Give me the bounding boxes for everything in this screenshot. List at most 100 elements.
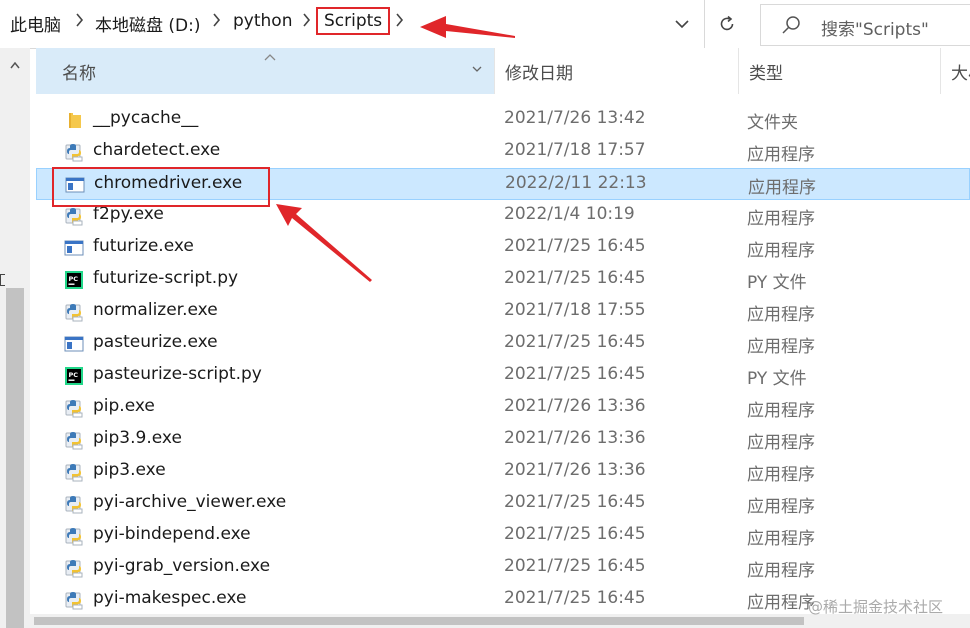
python-exe-icon bbox=[64, 462, 84, 482]
file-name: pip3.9.exe bbox=[93, 428, 182, 448]
file-row[interactable]: __pycache__ 2021/7/26 13:42 文件夹 bbox=[36, 104, 970, 136]
watermark: @稀土掘金技术社区 bbox=[808, 598, 944, 616]
column-header-size[interactable]: 大小 bbox=[940, 48, 970, 94]
search-placeholder: 搜索"Scripts" bbox=[821, 20, 929, 40]
python-exe-icon bbox=[64, 590, 84, 610]
svg-text:PC: PC bbox=[69, 371, 79, 379]
file-row[interactable]: pyi-archive_viewer.exe 2021/7/25 16:45 应用程… bbox=[36, 488, 970, 520]
nav-pane-scrollbar[interactable] bbox=[0, 48, 30, 628]
python-exe-icon bbox=[64, 302, 84, 322]
file-name: chardetect.exe bbox=[93, 140, 221, 160]
file-name: futurize-script.py bbox=[93, 268, 239, 288]
file-type: 应用程序 bbox=[747, 305, 815, 325]
file-row[interactable]: PC futurize-script.py 2021/7/25 16:45 PY 文件 bbox=[36, 264, 970, 296]
file-type: 应用程序 bbox=[747, 465, 815, 485]
refresh-icon bbox=[720, 15, 734, 31]
python-exe-icon bbox=[64, 526, 84, 546]
search-icon bbox=[782, 16, 800, 34]
column-header-type[interactable]: 类型 bbox=[738, 48, 940, 94]
file-name: futurize.exe bbox=[93, 236, 194, 256]
chevron-down-icon[interactable] bbox=[472, 66, 482, 73]
pycharm-file-icon: PC bbox=[64, 270, 84, 290]
column-name-label: 名称 bbox=[62, 63, 96, 84]
file-row[interactable]: pasteurize.exe 2021/7/25 16:45 应用程序 bbox=[36, 328, 970, 360]
chevron-right-icon[interactable] bbox=[396, 13, 404, 27]
file-date: 2021/7/25 16:45 bbox=[504, 524, 646, 544]
chevron-right-icon[interactable] bbox=[213, 13, 221, 27]
file-type: 应用程序 bbox=[747, 337, 815, 357]
file-date: 2021/7/26 13:36 bbox=[504, 460, 646, 480]
chevron-right-icon[interactable] bbox=[303, 13, 311, 27]
file-row[interactable]: pyi-grab_version.exe 2021/7/25 16:45 应用程序 bbox=[36, 552, 970, 584]
column-date-label: 修改日期 bbox=[505, 63, 573, 84]
file-date: 2021/7/25 16:45 bbox=[504, 268, 646, 288]
file-date: 2021/7/26 13:36 bbox=[504, 396, 646, 416]
chevron-down-icon bbox=[675, 19, 689, 28]
file-date: 2021/7/18 17:57 bbox=[504, 140, 646, 160]
file-type: 应用程序 bbox=[747, 561, 815, 581]
address-bar[interactable]: 此电脑 本地磁盘 (D:) python Scripts bbox=[0, 0, 752, 49]
file-name: pyi-archive_viewer.exe bbox=[93, 492, 287, 512]
scrollbar-thumb[interactable] bbox=[6, 288, 24, 628]
file-row[interactable]: pip3.9.exe 2021/7/26 13:36 应用程序 bbox=[36, 424, 970, 456]
column-headers: 名称 修改日期 类型 大小 bbox=[36, 48, 970, 94]
file-row[interactable]: futurize.exe 2021/7/25 16:45 应用程序 bbox=[36, 232, 970, 264]
svg-text:PC: PC bbox=[69, 275, 79, 283]
search-input[interactable]: 搜索"Scripts" bbox=[760, 4, 970, 46]
refresh-button[interactable] bbox=[704, 0, 749, 48]
file-type: 应用程序 bbox=[747, 529, 815, 549]
file-name: pasteurize-script.py bbox=[93, 364, 262, 384]
breadcrumb-python[interactable]: python bbox=[233, 11, 292, 31]
file-date: 2021/7/26 13:42 bbox=[504, 108, 646, 128]
file-name: pyi-bindepend.exe bbox=[93, 524, 251, 544]
file-date: 2021/7/25 16:45 bbox=[504, 332, 646, 352]
app-window-icon bbox=[64, 238, 84, 258]
python-exe-icon bbox=[64, 430, 84, 450]
file-name: pip.exe bbox=[93, 396, 155, 416]
file-name: normalizer.exe bbox=[93, 300, 218, 320]
scroll-up-icon[interactable] bbox=[10, 62, 20, 69]
python-exe-icon bbox=[64, 558, 84, 578]
file-type: 应用程序 bbox=[747, 433, 815, 453]
file-row[interactable]: pip3.exe 2021/7/26 13:36 应用程序 bbox=[36, 456, 970, 488]
file-type: 文件夹 bbox=[747, 113, 798, 133]
address-history-dropdown[interactable] bbox=[660, 0, 704, 48]
nav-pane-fragment bbox=[0, 274, 5, 286]
column-header-date[interactable]: 修改日期 bbox=[494, 48, 738, 94]
file-row[interactable]: normalizer.exe 2021/7/18 17:55 应用程序 bbox=[36, 296, 970, 328]
file-name: __pycache__ bbox=[93, 108, 199, 128]
file-date: 2021/7/25 16:45 bbox=[504, 364, 646, 384]
file-name: pyi-grab_version.exe bbox=[93, 556, 271, 576]
file-date: 2021/7/25 16:45 bbox=[504, 556, 646, 576]
pycharm-file-icon: PC bbox=[64, 366, 84, 386]
file-type: 应用程序 bbox=[747, 401, 815, 421]
breadcrumb-scripts[interactable]: Scripts bbox=[316, 7, 391, 35]
file-name: pasteurize.exe bbox=[93, 332, 218, 352]
python-exe-icon bbox=[64, 142, 84, 162]
file-date: 2022/1/4 10:19 bbox=[504, 204, 635, 224]
folder-icon bbox=[64, 110, 84, 130]
column-header-name[interactable]: 名称 bbox=[36, 48, 494, 94]
file-name: pyi-makespec.exe bbox=[93, 588, 247, 608]
file-type: PY 文件 bbox=[747, 273, 807, 293]
file-row[interactable]: pip.exe 2021/7/26 13:36 应用程序 bbox=[36, 392, 970, 424]
python-exe-icon bbox=[64, 398, 84, 418]
file-name: f2py.exe bbox=[93, 204, 164, 224]
file-type: 应用程序 bbox=[747, 593, 815, 613]
file-date: 2021/7/26 13:36 bbox=[504, 428, 646, 448]
file-date: 2022/2/11 22:13 bbox=[505, 173, 647, 193]
chevron-right-icon[interactable] bbox=[76, 13, 84, 27]
file-type: 应用程序 bbox=[747, 497, 815, 517]
file-date: 2021/7/18 17:55 bbox=[504, 300, 646, 320]
file-name: pip3.exe bbox=[93, 460, 166, 480]
breadcrumb-local-disk[interactable]: 本地磁盘 (D:) bbox=[95, 11, 201, 36]
file-row[interactable]: chardetect.exe 2021/7/18 17:57 应用程序 bbox=[36, 136, 970, 168]
file-date: 2021/7/25 16:45 bbox=[504, 492, 646, 512]
app-window-icon bbox=[64, 334, 84, 354]
file-type: PY 文件 bbox=[747, 369, 807, 389]
file-row[interactable]: pyi-bindepend.exe 2021/7/25 16:45 应用程序 bbox=[36, 520, 970, 552]
horizontal-scrollbar-thumb[interactable] bbox=[34, 617, 804, 625]
file-type: 应用程序 bbox=[747, 209, 815, 229]
file-row[interactable]: PC pasteurize-script.py 2021/7/25 16:45 PY … bbox=[36, 360, 970, 392]
breadcrumb-this-pc[interactable]: 此电脑 bbox=[10, 11, 61, 36]
